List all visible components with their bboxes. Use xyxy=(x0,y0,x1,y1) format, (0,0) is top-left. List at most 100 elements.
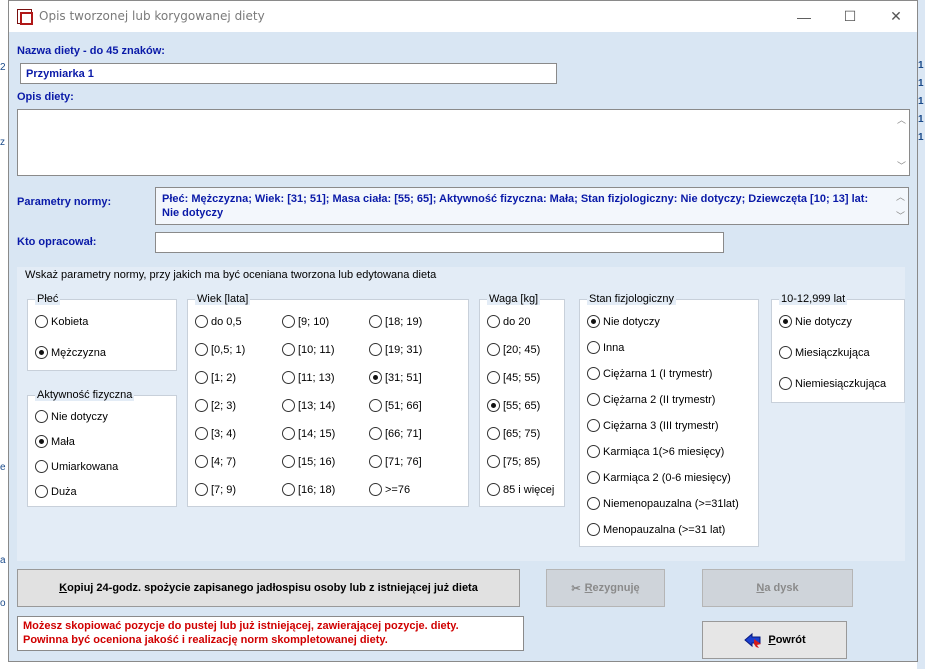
radio-physio-option[interactable]: Karmiąca 1(>6 miesięcy) xyxy=(587,445,724,458)
radio-age-option[interactable]: [19; 31) xyxy=(369,343,422,356)
radio-button-icon[interactable] xyxy=(35,460,48,473)
radio-activity-none[interactable]: Nie dotyczy xyxy=(35,410,108,423)
radio-age-option[interactable]: [4; 7) xyxy=(195,455,236,468)
radio-button-icon[interactable] xyxy=(587,523,600,536)
radio-weight-option[interactable]: [20; 45) xyxy=(487,343,540,356)
radio-button-icon[interactable] xyxy=(282,371,295,384)
radio-activity-high[interactable]: Duża xyxy=(35,485,77,498)
radio-age-option[interactable]: [15; 16) xyxy=(282,455,335,468)
radio-button-icon[interactable] xyxy=(587,393,600,406)
radio-weight-option[interactable]: 85 i więcej xyxy=(487,483,554,496)
radio-age-option[interactable]: [51; 66] xyxy=(369,399,422,412)
radio-girls-option[interactable]: Nie dotyczy xyxy=(779,315,852,328)
radio-weight-option[interactable]: [65; 75) xyxy=(487,427,540,440)
radio-age-option[interactable]: [66; 71] xyxy=(369,427,422,440)
radio-button-icon[interactable] xyxy=(195,455,208,468)
radio-button-icon[interactable] xyxy=(487,483,500,496)
radio-button-icon[interactable] xyxy=(282,343,295,356)
radio-button-icon[interactable] xyxy=(195,399,208,412)
radio-weight-option[interactable]: [55; 65) xyxy=(487,399,540,412)
scroll-up-icon[interactable]: ︿ xyxy=(897,113,906,126)
radio-button-icon[interactable] xyxy=(369,455,382,468)
radio-age-option[interactable]: [18; 19) xyxy=(369,315,422,328)
radio-age-option[interactable]: [11; 13) xyxy=(282,371,335,384)
diet-description-input[interactable]: ︿ ﹀ xyxy=(17,109,910,176)
radio-button-icon[interactable] xyxy=(282,315,295,328)
radio-button-icon[interactable] xyxy=(369,483,382,496)
radio-physio-option[interactable]: Ciężarna 1 (I trymestr) xyxy=(587,367,712,380)
radio-physio-option[interactable]: Karmiąca 2 (0-6 miesięcy) xyxy=(587,471,731,484)
save-to-disk-button[interactable]: Na dysk xyxy=(702,569,853,607)
maximize-button[interactable]: ☐ xyxy=(827,1,873,32)
return-button[interactable]: Powrót xyxy=(702,621,847,659)
radio-sex-female[interactable]: Kobieta xyxy=(35,315,88,328)
radio-weight-option[interactable]: [75; 85) xyxy=(487,455,540,468)
radio-physio-option[interactable]: Inna xyxy=(587,341,624,354)
radio-physio-option[interactable]: Menopauzalna (>=31 lat) xyxy=(587,523,725,536)
cancel-button[interactable]: ✂ Rezygnuję xyxy=(546,569,665,607)
radio-button-icon[interactable] xyxy=(487,343,500,356)
radio-button-icon[interactable] xyxy=(587,445,600,458)
radio-button-icon[interactable] xyxy=(587,497,600,510)
radio-girls-option[interactable]: Niemiesiączkująca xyxy=(779,377,886,390)
radio-button-icon[interactable] xyxy=(195,427,208,440)
radio-age-option[interactable]: >=76 xyxy=(369,483,410,496)
radio-button-icon[interactable] xyxy=(35,315,48,328)
radio-button-icon[interactable] xyxy=(195,483,208,496)
radio-button-icon[interactable] xyxy=(369,343,382,356)
scroll-down-icon[interactable]: ﹀ xyxy=(897,159,906,172)
diet-name-input[interactable]: Przymiarka 1 xyxy=(20,63,557,84)
radio-button-icon[interactable] xyxy=(369,399,382,412)
minimize-button[interactable]: — xyxy=(781,1,827,32)
radio-button-icon[interactable] xyxy=(282,455,295,468)
radio-button-icon[interactable] xyxy=(282,427,295,440)
radio-girls-option[interactable]: Miesiączkująca xyxy=(779,346,870,359)
radio-button-icon[interactable] xyxy=(282,483,295,496)
radio-button-icon[interactable] xyxy=(779,377,792,390)
radio-button-icon[interactable] xyxy=(487,427,500,440)
radio-button-icon[interactable] xyxy=(587,419,600,432)
radio-age-option[interactable]: [1; 2) xyxy=(195,371,236,384)
radio-button-icon[interactable] xyxy=(487,371,500,384)
close-button[interactable]: ✕ xyxy=(873,1,919,32)
radio-age-option[interactable]: [31; 51] xyxy=(369,371,422,384)
radio-age-option[interactable]: [10; 11) xyxy=(282,343,335,356)
radio-age-option[interactable]: [71; 76] xyxy=(369,455,422,468)
radio-activity-low[interactable]: Mała xyxy=(35,435,75,448)
scroll-down-icon[interactable]: ﹀ xyxy=(896,209,905,222)
radio-button-icon[interactable] xyxy=(35,410,48,423)
radio-button-icon[interactable] xyxy=(369,315,382,328)
radio-age-option[interactable]: [7; 9) xyxy=(195,483,236,496)
radio-button-icon[interactable] xyxy=(282,399,295,412)
radio-age-option[interactable]: [13; 14) xyxy=(282,399,335,412)
radio-age-option[interactable]: [3; 4) xyxy=(195,427,236,440)
radio-button-icon[interactable] xyxy=(369,371,382,384)
radio-weight-option[interactable]: do 20 xyxy=(487,315,531,328)
radio-age-option[interactable]: do 0,5 xyxy=(195,315,242,328)
radio-button-icon[interactable] xyxy=(779,346,792,359)
radio-button-icon[interactable] xyxy=(195,343,208,356)
radio-button-icon[interactable] xyxy=(195,371,208,384)
radio-activity-moderate[interactable]: Umiarkowana xyxy=(35,460,118,473)
radio-button-icon[interactable] xyxy=(587,315,600,328)
radio-button-icon[interactable] xyxy=(587,471,600,484)
author-input[interactable] xyxy=(155,232,724,253)
radio-physio-option[interactable]: Nie dotyczy xyxy=(587,315,660,328)
radio-button-icon[interactable] xyxy=(487,315,500,328)
radio-physio-option[interactable]: Niemenopauzalna (>=31lat) xyxy=(587,497,739,510)
radio-age-option[interactable]: [2; 3) xyxy=(195,399,236,412)
radio-button-icon[interactable] xyxy=(779,315,792,328)
radio-age-option[interactable]: [0,5; 1) xyxy=(195,343,245,356)
radio-physio-option[interactable]: Ciężarna 2 (II trymestr) xyxy=(587,393,715,406)
radio-button-icon[interactable] xyxy=(587,367,600,380)
radio-button-icon[interactable] xyxy=(487,455,500,468)
radio-button-icon[interactable] xyxy=(35,435,48,448)
radio-button-icon[interactable] xyxy=(487,399,500,412)
radio-button-icon[interactable] xyxy=(195,315,208,328)
radio-button-icon[interactable] xyxy=(35,346,48,359)
radio-physio-option[interactable]: Ciężarna 3 (III trymestr) xyxy=(587,419,719,432)
radio-weight-option[interactable]: [45; 55) xyxy=(487,371,540,384)
radio-button-icon[interactable] xyxy=(369,427,382,440)
copy-diet-button[interactable]: Kopiuj 24-godz. spożycie zapisanego jadł… xyxy=(17,569,520,607)
radio-age-option[interactable]: [9; 10) xyxy=(282,315,329,328)
